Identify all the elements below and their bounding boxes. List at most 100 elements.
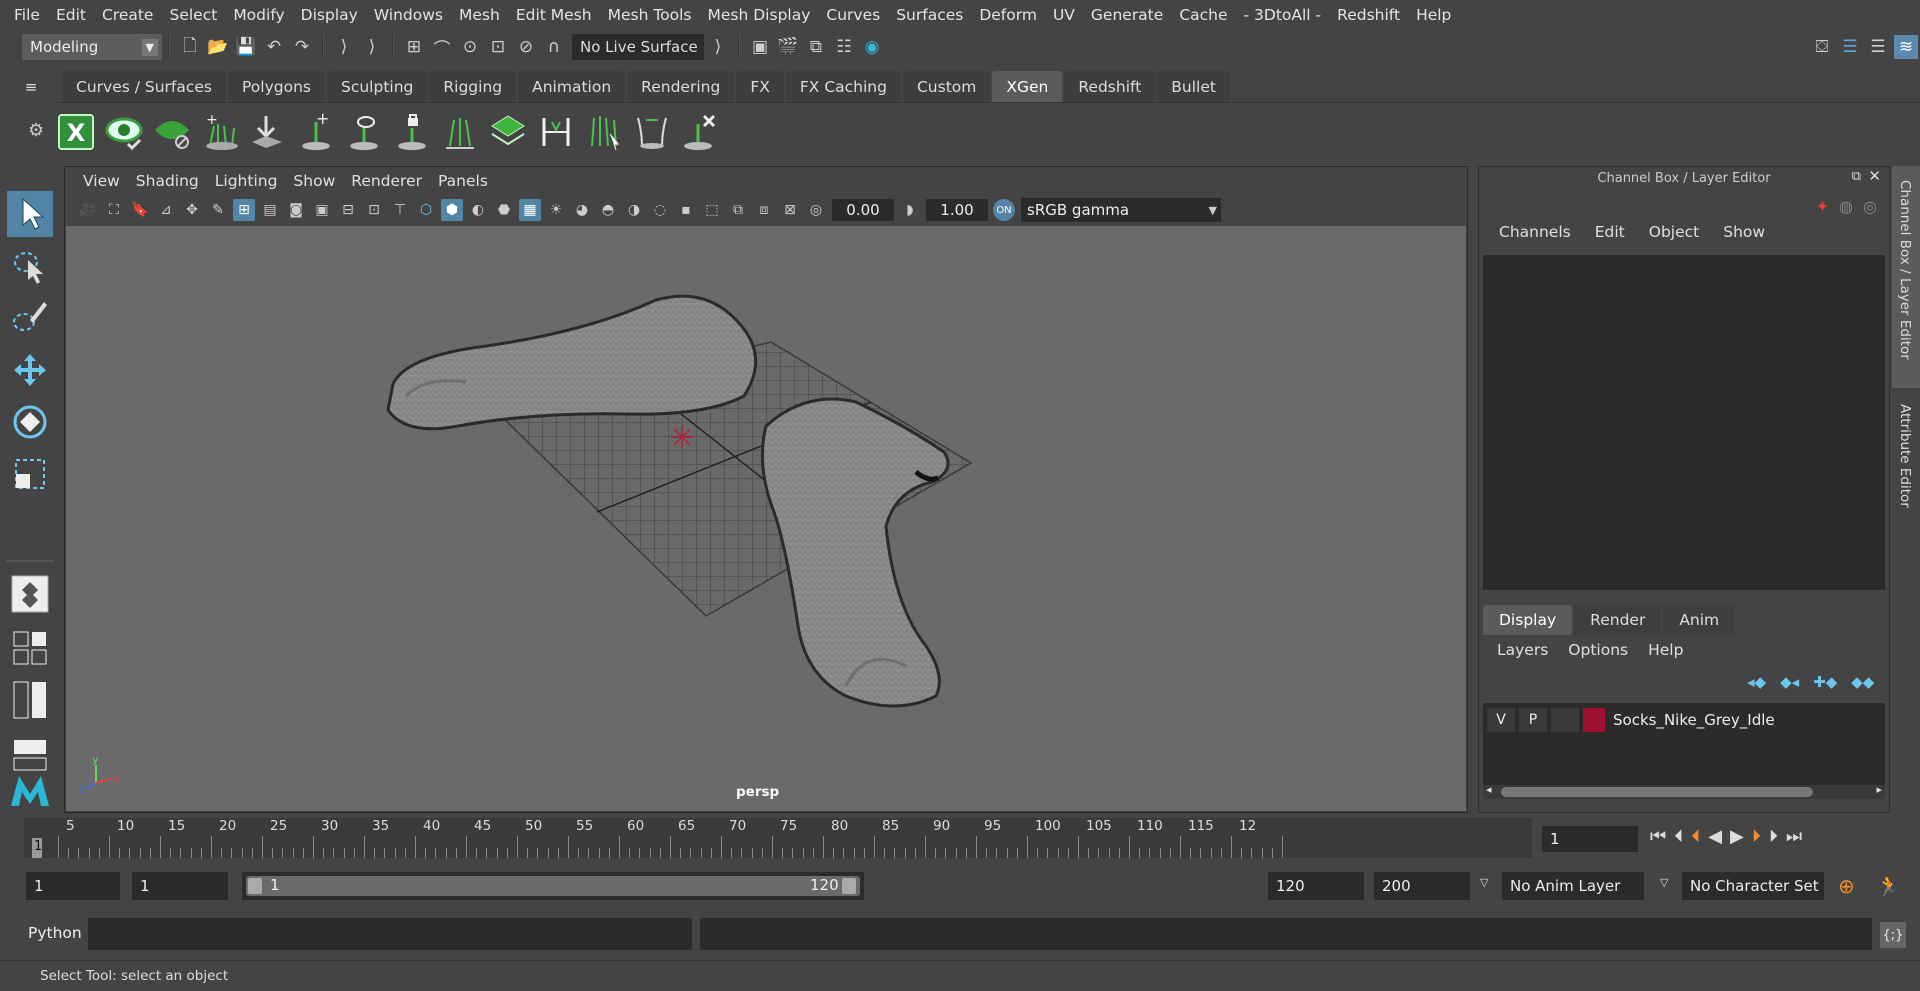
menu-edit[interactable]: Edit: [48, 6, 94, 24]
new-layer-from-selection-icon[interactable]: ◆◆: [1851, 673, 1874, 691]
xgen-place-guide-icon[interactable]: [246, 110, 290, 154]
film-gate-icon[interactable]: ▤: [259, 199, 281, 221]
scroll-left-icon[interactable]: ◂: [1486, 783, 1492, 796]
isolate-select-icon[interactable]: ⬚: [701, 199, 723, 221]
animation-preferences-icon[interactable]: 🏃: [1876, 874, 1901, 898]
default-material-icon[interactable]: ◐: [467, 199, 489, 221]
xgen-guides-to-curves-icon[interactable]: [438, 110, 482, 154]
layer-menu-options[interactable]: Options: [1558, 641, 1638, 659]
layer-tab-render[interactable]: Render: [1574, 605, 1662, 635]
axis-triad-icon[interactable]: ✦: [1816, 197, 1829, 216]
four-view-layout-icon[interactable]: [6, 624, 54, 672]
two-d-pan-icon[interactable]: ✥: [181, 199, 203, 221]
playback-end-field[interactable]: 120: [1268, 872, 1364, 900]
viewport-menu-renderer[interactable]: Renderer: [343, 172, 430, 190]
play-forwards-icon[interactable]: ▶: [1730, 826, 1744, 847]
go-to-start-icon[interactable]: ⏮: [1650, 826, 1666, 847]
shelf-tab-polygons[interactable]: Polygons: [228, 71, 325, 102]
render-frame-icon[interactable]: 🎬: [776, 35, 800, 59]
resolution-gate-icon[interactable]: ◙: [285, 199, 307, 221]
step-back-key-icon[interactable]: ⏴: [1674, 826, 1683, 847]
command-input[interactable]: [88, 918, 692, 950]
xgen-editor-icon[interactable]: X: [54, 110, 98, 154]
render-settings-icon[interactable]: ☷: [832, 35, 856, 59]
safe-title-icon[interactable]: ⊤: [389, 199, 411, 221]
menu-mesh-display[interactable]: Mesh Display: [700, 6, 819, 24]
xgen-preview-eye-icon[interactable]: [102, 110, 146, 154]
chevron-down-icon[interactable]: ▽: [1480, 876, 1488, 889]
menu-file[interactable]: File: [6, 6, 48, 24]
viewport-menu-panels[interactable]: Panels: [430, 172, 496, 190]
gamma-field[interactable]: 1.00: [926, 199, 988, 221]
xgen-guide-visibility-icon[interactable]: [342, 110, 386, 154]
shelf-tab-animation[interactable]: Animation: [518, 71, 626, 102]
play-backwards-icon[interactable]: ◀: [1708, 826, 1722, 847]
tool-settings-toggle-icon[interactable]: ☰: [1866, 35, 1890, 59]
xray-icon[interactable]: ⧉: [727, 199, 749, 221]
gamma-icon[interactable]: ◗: [899, 199, 921, 221]
xray-components-icon[interactable]: ⊠: [779, 199, 801, 221]
menu-select[interactable]: Select: [161, 6, 225, 24]
step-forward-frame-icon[interactable]: ⏵: [1752, 826, 1761, 847]
menu-set-dropdown[interactable]: Modeling ▼: [22, 34, 162, 60]
layer-display-type-toggle[interactable]: [1551, 708, 1579, 732]
field-chart-icon[interactable]: ⊟: [337, 199, 359, 221]
menu-help[interactable]: Help: [1408, 6, 1459, 24]
shelf-tab-bullet[interactable]: Bullet: [1157, 71, 1230, 102]
xgen-grid-icon[interactable]: [486, 110, 530, 154]
new-scene-icon[interactable]: 🗋: [178, 35, 202, 59]
shelf-tab-fx[interactable]: FX: [736, 71, 784, 102]
current-frame-field[interactable]: 1: [1542, 826, 1638, 852]
workspace-icon[interactable]: ⛋: [1810, 35, 1834, 59]
layer-color-swatch[interactable]: [1583, 708, 1605, 732]
command-language-toggle[interactable]: Python: [28, 924, 82, 942]
step-forward-key-icon[interactable]: ⏵: [1769, 826, 1778, 847]
channel-box-menu-channels[interactable]: Channels: [1487, 223, 1583, 241]
viewport-menu-show[interactable]: Show: [285, 172, 343, 190]
use-all-lights-icon[interactable]: ☀: [545, 199, 567, 221]
character-set-dropdown[interactable]: No Character Set: [1682, 872, 1824, 900]
grid-toggle-icon[interactable]: ⊞: [233, 199, 255, 221]
grease-pencil-icon[interactable]: ✎: [207, 199, 229, 221]
layer-playback-toggle[interactable]: P: [1519, 708, 1547, 732]
single-perspective-layout-icon[interactable]: [6, 570, 54, 618]
channel-box-area[interactable]: [1483, 255, 1885, 590]
range-end-handle[interactable]: [842, 878, 856, 894]
xgen-delete-guides-icon[interactable]: [678, 110, 722, 154]
view-transform-dropdown[interactable]: sRGB gamma ▼: [1021, 198, 1221, 222]
range-start-handle[interactable]: [248, 878, 262, 894]
menu-create[interactable]: Create: [94, 6, 162, 24]
viewport-menu-view[interactable]: View: [75, 172, 128, 190]
layer-visibility-toggle[interactable]: V: [1487, 708, 1515, 732]
layer-menu-layers[interactable]: Layers: [1487, 641, 1558, 659]
color-management-icon[interactable]: ON: [993, 199, 1015, 221]
collapse-icon[interactable]: ⟩: [332, 35, 356, 59]
menu-deform[interactable]: Deform: [971, 6, 1045, 24]
motion-blur-icon[interactable]: ◑: [623, 199, 645, 221]
snap-grid-icon[interactable]: ⊞: [402, 35, 426, 59]
collapse-icon[interactable]: ⟩: [360, 35, 384, 59]
xgen-sculpt-guides-icon[interactable]: [534, 110, 578, 154]
menu-mesh[interactable]: Mesh: [451, 6, 508, 24]
select-tool-icon[interactable]: [6, 190, 54, 238]
new-empty-layer-icon[interactable]: ✚◆: [1813, 673, 1837, 691]
channel-box-menu-show[interactable]: Show: [1711, 223, 1777, 241]
move-layer-up-icon[interactable]: ◂◆: [1747, 673, 1766, 691]
snap-point-icon[interactable]: ⊙: [458, 35, 482, 59]
shelf-tab-rigging[interactable]: Rigging: [429, 71, 517, 102]
safe-action-icon[interactable]: ⊡: [363, 199, 385, 221]
exposure-field[interactable]: 0.00: [832, 199, 894, 221]
animation-start-field[interactable]: 1: [26, 872, 120, 900]
horizontal-scrollbar[interactable]: ◂ ▸: [1483, 783, 1885, 799]
render-view-icon[interactable]: ▣: [748, 35, 772, 59]
camera-select-icon[interactable]: 🎥: [77, 199, 99, 221]
viewport-menu-lighting[interactable]: Lighting: [207, 172, 286, 190]
xray-joints-icon[interactable]: ⧈: [753, 199, 775, 221]
snap-view-plane-icon[interactable]: ⊡: [486, 35, 510, 59]
shelf-menu-icon[interactable]: ≡: [0, 71, 62, 102]
side-tab-attribute-editor[interactable]: Attribute Editor: [1892, 394, 1920, 564]
scale-tool-icon[interactable]: [6, 450, 54, 498]
exposure-icon[interactable]: ◎: [805, 199, 827, 221]
channel-box-toggle-icon[interactable]: ≋: [1894, 35, 1918, 59]
camera-attributes-icon[interactable]: ⛶: [103, 199, 125, 221]
